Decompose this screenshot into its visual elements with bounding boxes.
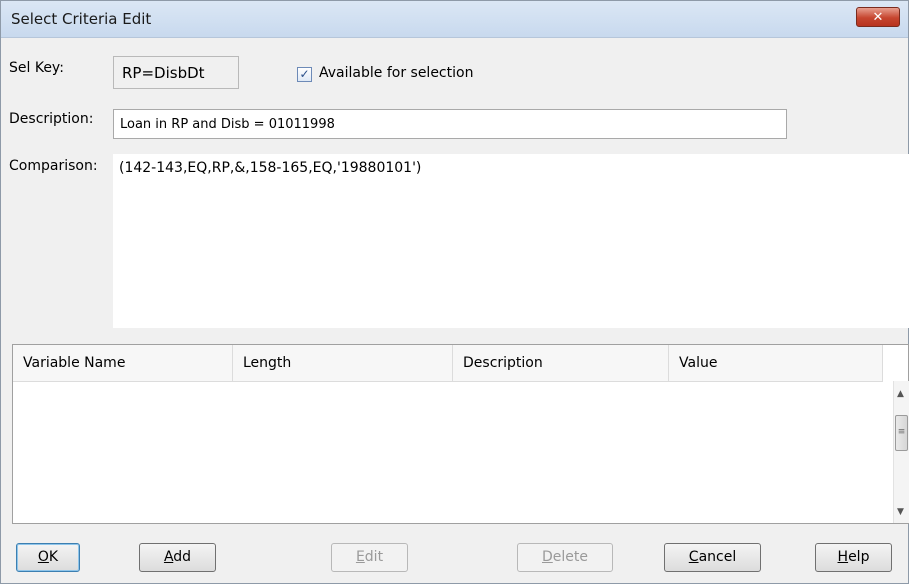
- select-criteria-edit-dialog: Select Criteria Edit ✕ Sel Key: RP=DisbD…: [0, 0, 909, 584]
- column-header-length[interactable]: Length: [233, 345, 453, 381]
- description-field[interactable]: Loan in RP and Disb = 01011998: [113, 109, 787, 139]
- comparison-field[interactable]: (142-143,EQ,RP,&,158-165,EQ,'19880101'): [113, 154, 909, 328]
- scroll-down-icon[interactable]: ▼: [897, 507, 904, 517]
- variables-table[interactable]: Variable Name Length Description Value ▲…: [12, 344, 909, 524]
- ok-button[interactable]: OK: [16, 543, 80, 572]
- help-button[interactable]: Help: [815, 543, 892, 572]
- scroll-thumb[interactable]: ≡: [895, 415, 908, 451]
- scroll-up-icon[interactable]: ▲: [897, 389, 904, 399]
- sel-key-value: RP=DisbDt: [113, 56, 239, 89]
- description-label: Description:: [9, 111, 94, 127]
- cancel-button[interactable]: Cancel: [664, 543, 761, 572]
- close-icon: ✕: [872, 10, 884, 25]
- comparison-label: Comparison:: [9, 158, 98, 174]
- edit-button[interactable]: Edit: [331, 543, 408, 572]
- close-button[interactable]: ✕: [856, 7, 900, 27]
- available-for-selection-label[interactable]: Available for selection: [319, 65, 473, 81]
- vertical-scrollbar[interactable]: ▲ ≡ ▼: [893, 381, 909, 523]
- available-for-selection-checkbox[interactable]: ✓: [297, 67, 312, 82]
- window-title: Select Criteria Edit: [11, 10, 152, 28]
- column-header-value[interactable]: Value: [669, 345, 883, 381]
- column-header-description[interactable]: Description: [453, 345, 669, 381]
- sel-key-label: Sel Key:: [9, 60, 64, 76]
- checkmark-icon: ✓: [299, 67, 310, 81]
- delete-button[interactable]: Delete: [517, 543, 613, 572]
- title-bar: Select Criteria Edit ✕: [1, 1, 908, 38]
- table-header: Variable Name Length Description Value: [13, 345, 883, 382]
- column-header-variable-name[interactable]: Variable Name: [13, 345, 233, 381]
- add-button[interactable]: Add: [139, 543, 216, 572]
